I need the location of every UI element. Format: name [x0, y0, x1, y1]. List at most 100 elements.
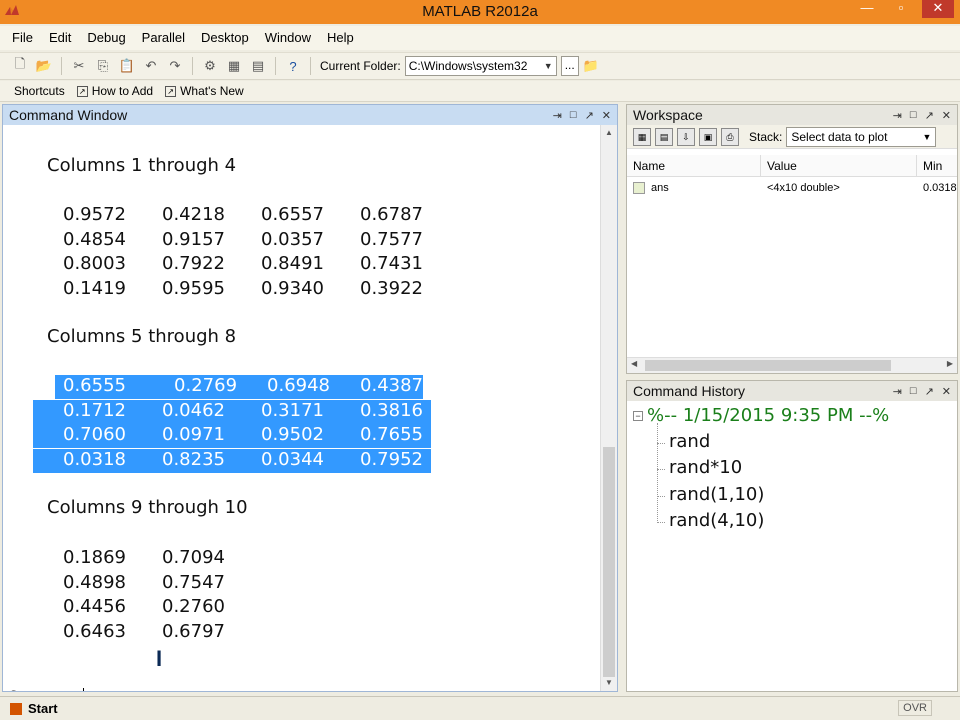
workspace-hscrollbar[interactable]: ◀ ▶: [627, 357, 957, 373]
columns-header: Columns 5 through 8: [47, 326, 237, 347]
matlab-logo-icon: [4, 3, 20, 19]
column-header-min[interactable]: Min: [917, 155, 957, 176]
matrix-row: 0.9572 0.4218 0.6557 0.6787: [33, 204, 429, 228]
menu-desktop[interactable]: Desktop: [193, 26, 257, 50]
column-header-name[interactable]: Name: [627, 155, 761, 176]
history-item[interactable]: rand(1,10): [669, 484, 764, 505]
open-variable-icon[interactable]: ▤: [655, 127, 673, 146]
matrix-row: 0.1869 0.7094: [33, 547, 231, 571]
workspace-toolbar: ▦ ▤ ⇩ ▣ ⎙ Stack: Select data to plot ▼: [627, 125, 957, 149]
import-data-icon[interactable]: ⇩: [677, 127, 695, 146]
scroll-up-icon[interactable]: ▲: [601, 125, 617, 141]
matrix-cell: 0.9340: [261, 277, 324, 299]
table-row[interactable]: ans <4x10 double> 0.0318: [627, 179, 957, 197]
scroll-thumb[interactable]: [603, 447, 615, 677]
shortcuts-item[interactable]: Shortcuts: [14, 84, 65, 98]
open-folder-icon[interactable]: 📂: [35, 57, 53, 75]
whats-new-item[interactable]: ↗ What's New: [165, 84, 244, 98]
undock-icon[interactable]: ↗: [925, 385, 934, 398]
close-button[interactable]: ✕: [922, 0, 954, 18]
menu-parallel[interactable]: Parallel: [134, 26, 193, 50]
scroll-thumb[interactable]: [645, 360, 891, 371]
profiler-icon[interactable]: ▤: [249, 57, 267, 75]
current-folder-input[interactable]: C:\Windows\system32 ▼: [404, 56, 557, 76]
menu-file[interactable]: File: [4, 26, 41, 50]
menu-edit[interactable]: Edit: [41, 26, 79, 50]
history-item[interactable]: rand*10: [669, 457, 742, 478]
browse-folder-button[interactable]: ...: [560, 56, 579, 76]
help-icon[interactable]: ?: [284, 57, 302, 75]
command-history-title: Command History: [633, 383, 746, 399]
function-browser-icon[interactable]: fx: [7, 688, 23, 691]
matrix-cell: 0.7577: [360, 228, 423, 250]
scroll-down-icon[interactable]: ▼: [601, 675, 617, 691]
scroll-left-icon[interactable]: ◀: [631, 359, 637, 368]
scroll-right-icon[interactable]: ▶: [947, 359, 953, 368]
maximize-button[interactable]: ▫: [888, 0, 914, 18]
matrix-cell: 0.3816: [360, 399, 423, 421]
history-item[interactable]: rand(4,10): [669, 510, 764, 531]
minimize-button[interactable]: —: [854, 0, 880, 18]
history-item[interactable]: rand: [669, 431, 710, 452]
command-window-output[interactable]: Columns 1 through 4 0.9572 0.4218 0.6557 0.…: [3, 125, 601, 691]
copy-icon[interactable]: ⎘: [94, 57, 112, 75]
menu-help[interactable]: Help: [319, 26, 362, 50]
redo-icon[interactable]: ↷: [166, 57, 184, 75]
panel-menu-icon[interactable]: ⇥: [893, 109, 902, 122]
panel-menu-icon[interactable]: ⇥: [553, 109, 562, 122]
history-session[interactable]: − %-- 1/15/2015 9:35 PM --%: [633, 405, 889, 426]
matrix-cell: 0.7922: [162, 253, 225, 274]
command-history-panel: Command History ⇥ □ ↗ ✕ − %-- 1/15/2015 9…: [626, 380, 958, 692]
close-panel-icon[interactable]: ✕: [942, 109, 951, 122]
save-workspace-icon[interactable]: ▣: [699, 127, 717, 146]
matrix-cell: 0.1419: [63, 277, 126, 299]
chevron-down-icon[interactable]: ▼: [544, 61, 553, 71]
matrix-cell: 0.9502: [261, 424, 324, 445]
status-bar: Start OVR: [0, 696, 960, 720]
cut-icon[interactable]: ✂: [70, 57, 88, 75]
chevron-down-icon[interactable]: ▼: [922, 132, 931, 142]
command-prompt[interactable]: fx >>: [7, 687, 84, 691]
matrix-cell: 0.6948: [267, 375, 331, 396]
menu-debug[interactable]: Debug: [79, 26, 133, 50]
workspace-header: Workspace ⇥ □ ↗ ✕: [627, 105, 957, 125]
folder-up-icon[interactable]: 📁: [582, 57, 600, 75]
print-icon[interactable]: ⎙: [721, 127, 739, 146]
undock-icon[interactable]: ↗: [585, 109, 594, 122]
matrix-cell: 0.3171: [261, 399, 324, 421]
close-panel-icon[interactable]: ✕: [602, 109, 611, 122]
maximize-panel-icon[interactable]: □: [910, 109, 917, 122]
menu-window[interactable]: Window: [257, 26, 319, 50]
close-panel-icon[interactable]: ✕: [942, 385, 951, 398]
panel-menu-icon[interactable]: ⇥: [893, 385, 902, 398]
new-file-icon[interactable]: 🗋: [11, 56, 29, 75]
command-window-scrollbar[interactable]: ▲ ▼: [600, 125, 617, 691]
ibeam-cursor-icon: I: [156, 646, 163, 671]
undock-icon[interactable]: ↗: [925, 109, 934, 122]
workspace-title: Workspace: [633, 107, 703, 123]
matrix-cell: 0.6557: [261, 204, 324, 225]
plot-selector-label: Select data to plot: [791, 129, 888, 144]
new-variable-icon[interactable]: ▦: [633, 127, 651, 146]
matrix-cell: 0.6463: [63, 620, 126, 642]
prompt-symbol: >>: [43, 687, 73, 691]
text-cursor: [82, 688, 84, 691]
matrix-cell: 0.4218: [162, 204, 225, 225]
shortcuts-bar: Shortcuts ↗ How to Add ↗ What's New: [0, 81, 960, 102]
paste-icon[interactable]: 📋: [118, 57, 136, 75]
undo-icon[interactable]: ↶: [142, 57, 160, 75]
matrix-row: 0.1712 0.0462 0.3171 0.3816: [33, 399, 431, 424]
collapse-icon[interactable]: −: [633, 411, 643, 421]
column-header-value[interactable]: Value: [761, 155, 917, 176]
maximize-panel-icon[interactable]: □: [910, 385, 917, 398]
how-to-add-item[interactable]: ↗ How to Add: [76, 84, 153, 98]
start-button[interactable]: Start: [4, 701, 64, 716]
maximize-panel-icon[interactable]: □: [570, 109, 577, 122]
matrix-row: 0.7060 0.0971 0.9502 0.7655: [33, 424, 431, 448]
guide-icon[interactable]: ▦: [225, 57, 243, 75]
simulink-icon[interactable]: ⚙: [201, 57, 219, 75]
matrix-cell: 0.1712: [63, 399, 126, 421]
command-history-list: − %-- 1/15/2015 9:35 PM --% rand rand*10 …: [627, 401, 957, 691]
plot-selector[interactable]: Select data to plot ▼: [786, 126, 937, 147]
matrix-cell: 0.7655: [360, 424, 423, 445]
